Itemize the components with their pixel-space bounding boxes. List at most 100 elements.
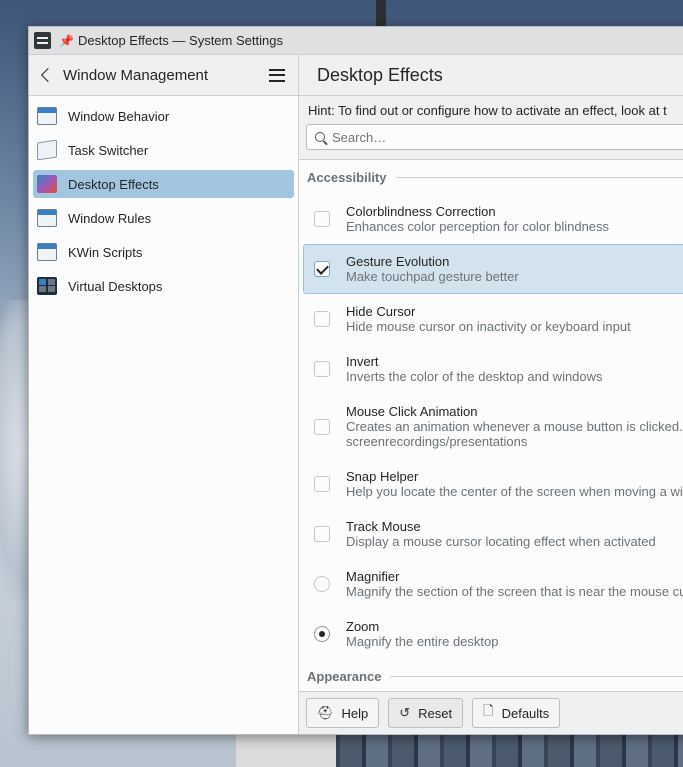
window-rules-icon [37,209,57,227]
search-icon [315,132,325,142]
effect-name: Hide Cursor [346,304,416,319]
window-behavior-icon [37,107,57,125]
task-switcher-icon [37,139,57,161]
sidebar-item-label: KWin Scripts [68,244,143,260]
titlebar[interactable]: 📌 Desktop Effects — System Settings [29,27,683,55]
effect-description: Inverts the color of the desktop and win… [346,369,603,384]
desktop-building-left [236,734,336,767]
effect-text: Zoom Magnify the entire desktop [346,619,498,649]
section-header-accessibility: Accessibility [299,160,683,194]
effect-text: Gesture Evolution Make touchpad gesture … [346,254,519,284]
sidebar-item-window-behavior[interactable]: Window Behavior [33,102,294,130]
defaults-button[interactable]: 🗋 Defaults [472,698,561,728]
sidebar-item-desktop-effects[interactable]: Desktop Effects [33,170,294,198]
section-divider [390,675,683,677]
effect-checkbox[interactable] [314,526,330,542]
effect-name: Zoom [346,619,380,634]
sidebar: Window Behavior Task Switcher Desktop Ef… [29,96,299,734]
effect-name: Snap Helper [346,469,419,484]
sidebar-item-label: Desktop Effects [68,176,159,192]
effect-description: Hide mouse cursor on inactivity or keybo… [346,319,631,334]
effect-row-zoom[interactable]: Zoom Magnify the entire desktop [303,609,683,659]
effect-description: Make touchpad gesture better [346,269,519,284]
effect-description-line2: screenrecordings/presentations [346,434,528,449]
effect-name: Track Mouse [346,519,421,534]
effect-name: Mouse Click Animation [346,404,478,419]
reset-icon: ↺ [399,705,411,720]
effect-row-hide-cursor[interactable]: Hide Cursor Hide mouse cursor on inactiv… [303,294,683,344]
reset-label: Reset [418,705,453,721]
effect-name: Magnifier [346,569,400,584]
kwin-scripts-icon [37,243,57,261]
content-area: Hint: To find out or configure how to ac… [299,96,683,734]
effect-checkbox[interactable] [314,418,330,435]
help-label: Help [341,705,369,721]
effect-text: Hide Cursor Hide mouse cursor on inactiv… [346,304,631,334]
effect-row-snap-helper[interactable]: Snap Helper Help you locate the center o… [303,459,683,509]
defaults-label: Defaults [501,705,550,721]
content-header: Desktop Effects [299,55,683,95]
effect-text: Track Mouse Display a mouse cursor locat… [346,519,656,549]
window-title: Desktop Effects — System Settings [78,33,283,48]
defaults-icon: 🗋 [483,703,494,718]
sidebar-item-label: Task Switcher [68,142,149,158]
effect-row-track-mouse[interactable]: Track Mouse Display a mouse cursor locat… [303,509,683,559]
sidebar-item-task-switcher[interactable]: Task Switcher [33,136,294,164]
sidebar-item-kwin-scripts[interactable]: KWin Scripts [33,238,294,266]
effect-row-invert[interactable]: Invert Inverts the color of the desktop … [303,344,683,394]
effect-checkbox[interactable] [314,476,330,492]
effect-name: Gesture Evolution [346,254,450,269]
pin-icon[interactable]: 📌 [59,34,74,48]
reset-button[interactable]: ↺ Reset [388,698,464,728]
sidebar-item-label: Window Rules [68,210,152,226]
sidebar-item-label: Window Behavior [68,108,170,124]
effect-row-mouse-click-animation[interactable]: Mouse Click Animation Creates an animati… [303,394,683,459]
section-label: Appearance [307,668,382,684]
effect-text: Mouse Click Animation Creates an animati… [346,404,683,449]
help-button[interactable]: ⛑ Help [306,698,380,728]
effect-checkbox[interactable] [314,311,330,327]
effect-checkbox[interactable] [314,361,330,377]
effect-row-gesture-evolution[interactable]: Gesture Evolution Make touchpad gesture … [303,244,683,294]
sidebar-title: Window Management [63,66,209,84]
effect-description: Magnify the section of the screen that i… [346,584,683,599]
sidebar-item-window-rules[interactable]: Window Rules [33,204,294,232]
sidebar-header: Window Management [29,55,299,95]
back-icon[interactable] [40,68,54,82]
desktop-pole [376,0,386,28]
effect-description: Creates an animation whenever a mouse bu… [346,419,683,434]
section-divider [395,176,683,178]
page-title: Desktop Effects [317,64,443,85]
section-label: Accessibility [307,169,387,185]
effect-text: Invert Inverts the color of the desktop … [346,354,603,384]
effect-description: Magnify the entire desktop [346,634,499,649]
effect-description: Display a mouse cursor locating effect w… [346,534,656,549]
hamburger-menu-icon[interactable] [269,68,285,82]
effect-radio-selected[interactable] [314,626,330,642]
footer-bar: ⛑ Help ↺ Reset 🗋 Defaults [299,691,683,734]
effect-radio[interactable] [314,576,330,592]
sidebar-item-virtual-desktops[interactable]: Virtual Desktops [33,272,294,300]
effect-name: Invert [346,354,379,369]
section-header-appearance: Appearance [299,659,683,691]
effects-list[interactable]: Accessibility Colorblindness Correction … [299,159,683,691]
search-input[interactable] [332,129,672,145]
effect-text: Snap Helper Help you locate the center o… [346,469,683,499]
system-settings-icon[interactable] [34,32,51,49]
help-icon: ⛑ [317,705,334,720]
header-row: Window Management Desktop Effects [29,55,683,96]
body: Window Behavior Task Switcher Desktop Ef… [29,96,683,734]
effect-row-colorblindness-correction[interactable]: Colorblindness Correction Enhances color… [303,194,683,244]
sidebar-item-label: Virtual Desktops [68,278,163,294]
effect-checkbox-checked[interactable] [314,261,330,277]
hint-text: Hint: To find out or configure how to ac… [308,102,667,118]
effect-text: Magnifier Magnify the section of the scr… [346,569,683,599]
settings-window: 📌 Desktop Effects — System Settings Wind… [28,26,683,735]
effect-checkbox[interactable] [314,211,330,227]
virtual-desktops-icon [37,277,57,295]
effect-description: Enhances color perception for color blin… [346,219,610,234]
effect-text: Colorblindness Correction Enhances color… [346,204,609,234]
desktop-effects-icon [37,175,57,193]
effect-row-magnifier[interactable]: Magnifier Magnify the section of the scr… [303,559,683,609]
search-box[interactable] [306,124,683,150]
